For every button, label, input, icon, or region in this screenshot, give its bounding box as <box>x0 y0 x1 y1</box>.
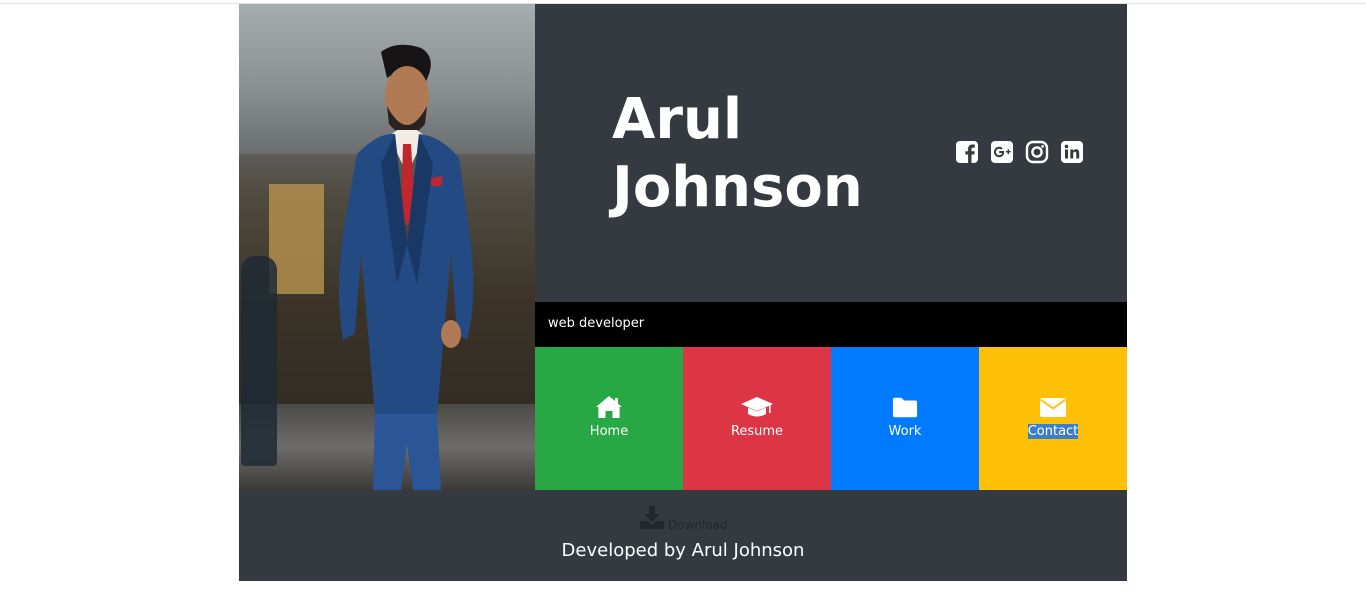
profile-name: Arul Johnson <box>612 87 863 220</box>
profile-title: web developer <box>548 316 645 331</box>
footer: Download Developed by Arul Johnson <box>239 490 1127 581</box>
download-icon <box>640 506 664 529</box>
header-panel: Arul Johnson <box>535 4 1127 302</box>
facebook-icon[interactable] <box>955 140 979 164</box>
nav-tiles: Home Resume Work Contact <box>535 347 1127 490</box>
graduation-cap-icon <box>741 397 773 417</box>
profile-photo <box>239 4 535 490</box>
download-label: Download <box>668 518 728 532</box>
nav-home-tile[interactable]: Home <box>535 347 683 490</box>
tagline-bar: web developer <box>535 302 1127 347</box>
nav-contact-label-text: Contact <box>1027 424 1079 439</box>
nav-resume-tile[interactable]: Resume <box>683 347 831 490</box>
nav-home-label: Home <box>589 424 629 439</box>
profile-card: Arul Johnson web developer Home Resume W… <box>239 4 1127 581</box>
folder-icon <box>892 397 918 418</box>
person-figure <box>339 44 474 490</box>
google-plus-icon[interactable] <box>990 140 1014 164</box>
linkedin-icon[interactable] <box>1060 140 1084 164</box>
download-link[interactable]: Download <box>639 506 728 532</box>
nav-contact-tile[interactable]: Contact <box>979 347 1127 490</box>
home-icon <box>596 396 622 418</box>
nav-resume-label: Resume <box>730 424 784 439</box>
nav-work-tile[interactable]: Work <box>831 347 979 490</box>
envelope-icon <box>1039 398 1067 417</box>
nav-work-label: Work <box>888 424 922 439</box>
nav-contact-label: Contact <box>979 424 1127 439</box>
social-links <box>955 140 1084 164</box>
footer-credit: Developed by Arul Johnson <box>561 540 805 561</box>
instagram-icon[interactable] <box>1025 140 1049 164</box>
